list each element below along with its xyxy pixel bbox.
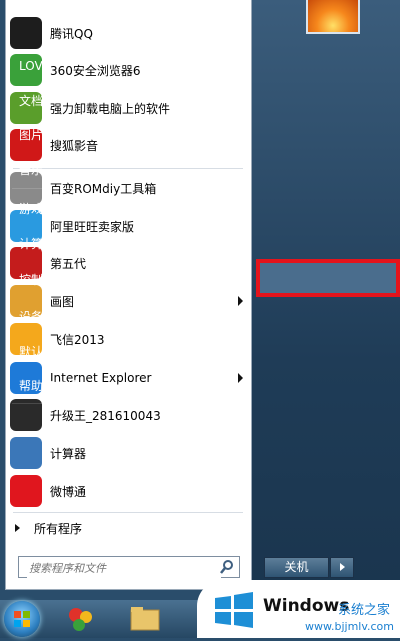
start-menu: 腾讯QQ 360安全浏览器6 强力卸载电脑上的软件 搜狐影音 百变ROMdiy工具箱 阿里… — [0, 0, 400, 600]
watermark-brand: Windows — [263, 596, 350, 616]
all-programs-button[interactable]: 所有程序 — [8, 514, 253, 542]
program-item[interactable]: 计算器 — [6, 435, 251, 471]
program-label: 微博通 — [50, 484, 87, 499]
places-item[interactable]: 图片 — [8, 123, 140, 147]
qq-penguin-icon — [10, 17, 42, 49]
submenu-arrow-icon — [238, 373, 243, 383]
places-item[interactable]: LOVE — [8, 54, 140, 78]
program-item[interactable]: 微博通 — [6, 473, 251, 509]
taskbar-app-360-icon[interactable] — [64, 603, 98, 635]
watermark-banner: Windows 系统之家 www.bjjmlv.com — [197, 580, 400, 638]
places-item[interactable]: 音乐 — [8, 158, 140, 182]
places-item[interactable]: 计算机 — [8, 232, 140, 256]
places-separator — [12, 188, 136, 189]
calculator-icon — [10, 437, 42, 469]
places-pane — [252, 0, 400, 600]
submenu-arrow-icon — [238, 296, 243, 306]
program-label: 腾讯QQ — [50, 26, 93, 41]
places-item[interactable]: 游戏 — [8, 197, 140, 221]
triangle-right-icon — [15, 524, 20, 532]
separator — [13, 512, 243, 513]
all-programs-label: 所有程序 — [34, 521, 83, 536]
shutdown-button[interactable]: 关机 — [264, 557, 329, 578]
places-item[interactable]: 帮助和支持 — [8, 374, 140, 398]
shutdown-control: 关机 — [264, 557, 354, 578]
windows-logo-icon — [215, 592, 253, 628]
program-label: 计算器 — [50, 446, 87, 461]
places-item[interactable]: 文档 — [8, 89, 140, 113]
red-highlight-box — [256, 259, 400, 297]
program-label: 升级王_281610043 — [50, 408, 161, 423]
places-item[interactable]: 默认程序 — [8, 340, 140, 364]
places-item[interactable]: 控制面板 — [8, 268, 140, 292]
search-icon[interactable] — [219, 559, 235, 575]
program-item[interactable]: 腾讯QQ — [6, 15, 251, 51]
search-input[interactable] — [27, 558, 221, 579]
windows-flag-icon — [14, 611, 30, 627]
search-box[interactable] — [18, 556, 240, 579]
watermark-subtitle: 系统之家 — [338, 603, 391, 618]
places-item[interactable]: 设备和打印机 — [8, 305, 140, 329]
user-avatar[interactable] — [306, 0, 360, 34]
shutdown-options-button[interactable] — [330, 557, 354, 578]
watermark-url: www.bjjmlv.com — [305, 620, 394, 633]
taskbar-explorer-icon[interactable] — [128, 604, 162, 634]
triangle-right-icon — [340, 563, 345, 571]
start-orb[interactable] — [4, 601, 40, 637]
weibotong-icon — [10, 475, 42, 507]
places-separator — [12, 403, 136, 404]
